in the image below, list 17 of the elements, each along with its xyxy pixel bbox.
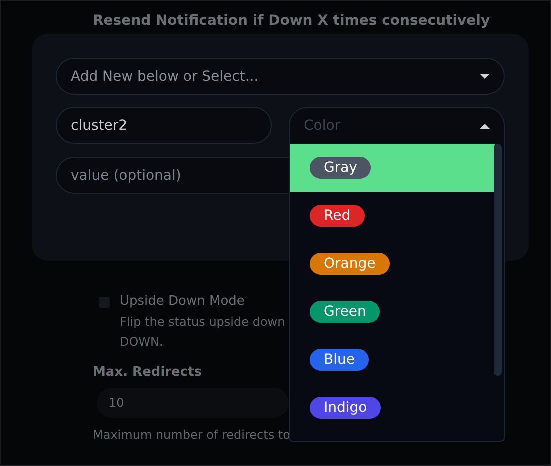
caret-icon <box>480 124 490 128</box>
dropdown-option[interactable]: Blue <box>290 336 495 384</box>
dropdown-option[interactable]: Indigo <box>290 384 495 432</box>
dropdown-option[interactable]: Green <box>290 288 495 336</box>
field-label: Max. Redirects <box>93 365 202 380</box>
dropdown-option[interactable]: Gray <box>290 144 495 192</box>
redirects-field[interactable]: 10 <box>97 388 289 418</box>
scrollbar[interactable] <box>494 144 502 376</box>
name-field[interactable]: cluster2 <box>56 107 272 144</box>
dropdown-option[interactable]: Orange <box>290 240 495 288</box>
option-description: Flip the status upside down <box>120 315 286 329</box>
option-description: DOWN. <box>120 335 164 349</box>
dropdown-option[interactable]: Red <box>290 192 495 240</box>
tag-select[interactable]: Add New below or Select... <box>56 58 505 95</box>
caret-icon <box>480 74 490 79</box>
setting-heading: Resend Notification if Down X times consecutively <box>93 13 490 29</box>
option-label: Upside Down Mode <box>120 294 245 309</box>
